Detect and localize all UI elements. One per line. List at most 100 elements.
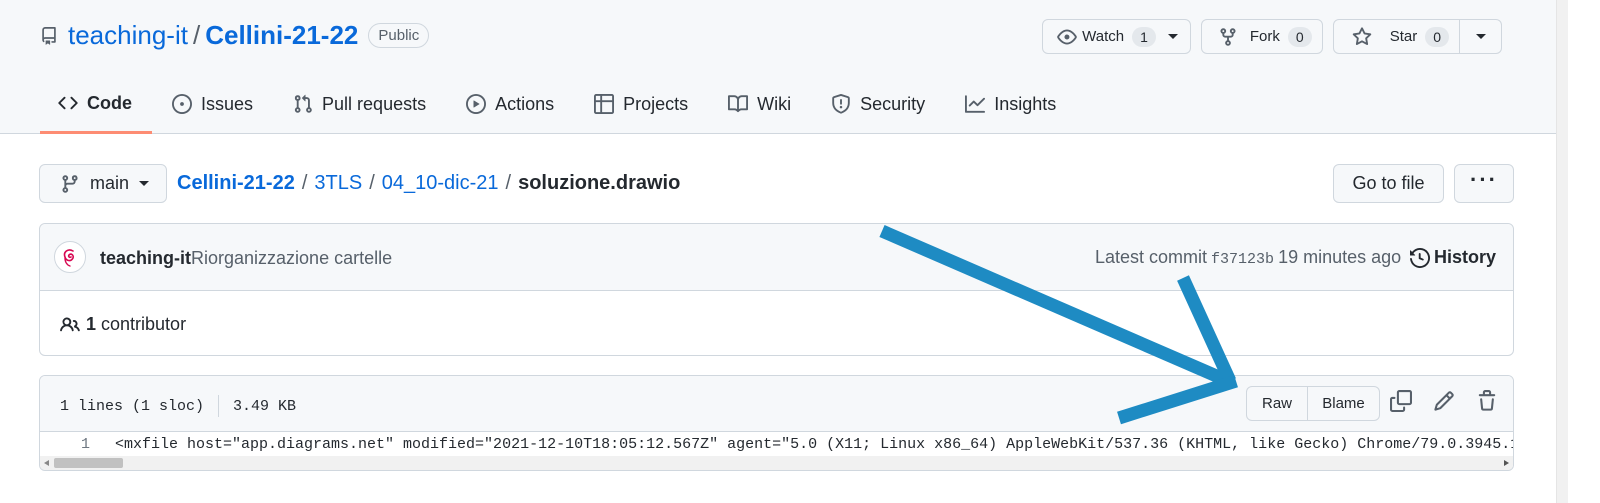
scroll-thumb[interactable] — [54, 458, 123, 468]
history-icon — [1410, 247, 1430, 268]
branch-icon — [62, 174, 78, 193]
chevron-down-icon — [139, 181, 150, 186]
tab-projects[interactable]: Projects — [574, 75, 708, 133]
tab-insights[interactable]: Insights — [945, 75, 1076, 133]
star-dropdown-button[interactable] — [1460, 19, 1502, 54]
file-header: 1 lines (1 sloc) 3.49 KB Raw Blame — [40, 376, 1513, 432]
history-label: History — [1434, 247, 1497, 267]
trash-icon[interactable] — [1476, 390, 1498, 412]
repo-tabs: Code Issues Pull requests Actions Projec… — [40, 75, 1076, 134]
commit-time: 19 minutes ago — [1278, 247, 1402, 267]
breadcrumb-repo-link[interactable]: Cellini-21-22 — [177, 172, 295, 195]
breadcrumb: Cellini-21-22 / 3TLS / 04_10-dic-21 / so… — [177, 172, 680, 195]
latest-commit-label: Latest commit — [1095, 247, 1208, 267]
tab-issues[interactable]: Issues — [152, 75, 273, 133]
breadcrumb-folder-date[interactable]: 04_10-dic-21 — [382, 172, 499, 195]
tab-actions-label: Actions — [495, 93, 555, 114]
latest-commit-info: Latest commit f37123b 19 minutes ago — [1095, 247, 1401, 268]
repo-icon — [42, 26, 56, 45]
file-actions — [1390, 390, 1498, 412]
repo-owner-link[interactable]: teaching-it — [68, 20, 188, 51]
watch-button[interactable]: Watch 1 — [1042, 19, 1191, 54]
copy-icon[interactable] — [1390, 390, 1412, 412]
repo-title-separator: / — [192, 20, 201, 50]
line-content: <mxfile host="app.diagrams.net" modified… — [115, 436, 1513, 453]
contributor-label: contributor — [101, 314, 187, 334]
commit-row: teaching-it Riorganizzazione cartelle La… — [40, 224, 1513, 291]
file-line-count: 1 lines (1 sloc) — [60, 397, 205, 415]
file-viewer: 1 lines (1 sloc) 3.49 KB Raw Blame 1 <mx… — [39, 375, 1514, 471]
breadcrumb-separator: / — [301, 172, 308, 194]
chevron-down-icon — [1475, 34, 1486, 39]
graph-icon — [965, 95, 986, 113]
star-button[interactable]: Star 0 — [1332, 19, 1460, 54]
go-to-file-button[interactable]: Go to file — [1333, 164, 1444, 203]
file-view-buttons: Raw Blame — [1246, 386, 1380, 421]
divider — [218, 395, 220, 417]
history-link[interactable]: History — [1410, 247, 1496, 268]
repo-name-link[interactable]: Cellini-21-22 — [205, 20, 358, 51]
star-icon — [1352, 26, 1371, 45]
avatar[interactable] — [54, 241, 86, 273]
star-label: Star — [1389, 28, 1418, 45]
tab-pull-requests-label: Pull requests — [322, 93, 427, 114]
shield-icon — [832, 94, 850, 114]
fork-button[interactable]: Fork 0 — [1200, 19, 1323, 54]
tab-code[interactable]: Code — [40, 75, 152, 134]
file-size: 3.49 KB — [233, 397, 297, 415]
breadcrumb-folder-3tls[interactable]: 3TLS — [314, 172, 362, 195]
code-icon — [58, 96, 78, 110]
repo-actions: Watch 1 Fork 0 Star 0 — [1042, 19, 1502, 54]
line-number[interactable]: 1 — [60, 436, 90, 453]
contributors-row[interactable]: 1 contributor — [60, 314, 186, 335]
tab-wiki[interactable]: Wiki — [708, 75, 811, 133]
breadcrumb-separator: / — [505, 172, 512, 194]
play-icon — [466, 94, 487, 114]
breadcrumb-file-name: soluzione.drawio — [518, 172, 681, 194]
tab-pull-requests[interactable]: Pull requests — [273, 75, 446, 133]
star-button-group: Star 0 — [1332, 19, 1502, 54]
commit-sha-link[interactable]: f37123b — [1211, 251, 1274, 268]
code-line: 1 <mxfile host="app.diagrams.net" modifi… — [40, 433, 1513, 457]
eye-icon — [1057, 29, 1077, 44]
latest-commit-box: teaching-it Riorganizzazione cartelle La… — [39, 223, 1514, 356]
commit-author-link[interactable]: teaching-it — [100, 248, 191, 269]
breadcrumb-separator: / — [369, 172, 375, 194]
blame-button[interactable]: Blame — [1308, 386, 1380, 421]
fork-icon — [1220, 27, 1236, 46]
fork-label: Fork — [1249, 28, 1280, 45]
watch-counter: 1 — [1132, 26, 1156, 47]
people-icon — [60, 316, 80, 331]
tab-code-label: Code — [87, 92, 132, 113]
contributor-count: 1 — [86, 314, 97, 334]
more-options-button[interactable]: ··· — [1454, 164, 1514, 203]
tab-security-label: Security — [860, 93, 926, 114]
tab-insights-label: Insights — [994, 93, 1057, 114]
horizontal-scrollbar[interactable] — [40, 456, 1513, 470]
pull-request-icon — [294, 94, 312, 113]
raw-button[interactable]: Raw — [1246, 386, 1308, 421]
star-counter: 0 — [1425, 26, 1449, 47]
scroll-right-arrow-icon[interactable] — [1504, 460, 1509, 466]
tab-wiki-label: Wiki — [757, 93, 792, 114]
repo-title: teaching-it / Cellini-21-22 Public — [40, 20, 430, 51]
chevron-down-icon — [1167, 34, 1178, 39]
file-info: 1 lines (1 sloc) 3.49 KB — [60, 395, 296, 417]
watch-label: Watch — [1082, 28, 1125, 45]
debian-swirl-icon — [63, 249, 74, 267]
scroll-left-arrow-icon[interactable] — [44, 460, 49, 466]
issue-icon — [172, 94, 192, 114]
pencil-icon[interactable] — [1433, 390, 1455, 412]
branch-name: main — [90, 173, 130, 193]
page-scrollbar[interactable] — [1556, 0, 1568, 503]
tab-actions[interactable]: Actions — [446, 75, 574, 133]
tab-projects-label: Projects — [623, 93, 689, 114]
commit-message-link[interactable]: Riorganizzazione cartelle — [191, 248, 392, 269]
tab-issues-label: Issues — [201, 93, 254, 114]
book-icon — [728, 95, 749, 113]
branch-selector[interactable]: main — [39, 164, 167, 203]
visibility-badge: Public — [368, 23, 430, 48]
repo-header: teaching-it / Cellini-21-22 Public Watch… — [0, 0, 1556, 134]
fork-counter: 0 — [1287, 26, 1312, 47]
tab-security[interactable]: Security — [811, 75, 945, 133]
